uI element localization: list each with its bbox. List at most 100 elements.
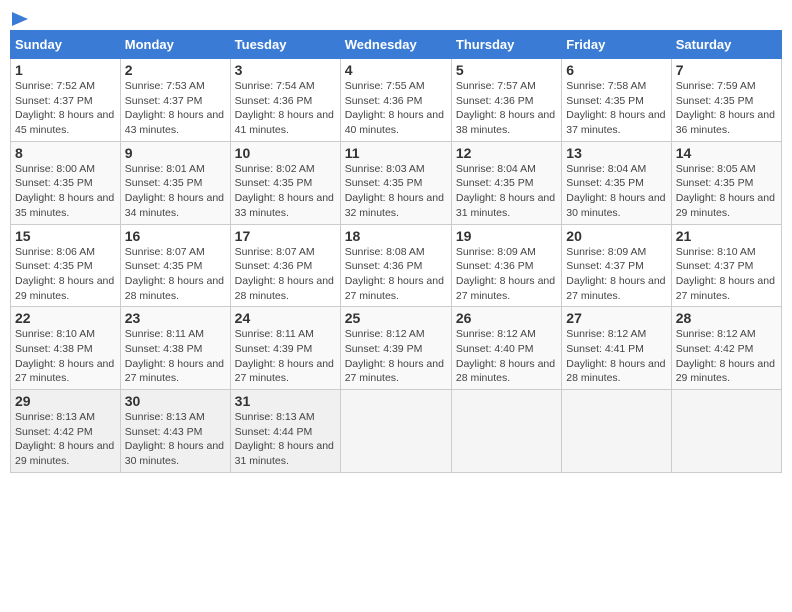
day-number: 12 [456,145,557,161]
day-number: 10 [235,145,336,161]
day-number: 15 [15,228,116,244]
day-number: 26 [456,310,557,326]
calendar-cell: 17 Sunrise: 8:07 AMSunset: 4:36 PMDaylig… [230,224,340,307]
calendar-cell: 6 Sunrise: 7:58 AMSunset: 4:35 PMDayligh… [562,59,671,142]
day-detail: Sunrise: 7:52 AMSunset: 4:37 PMDaylight:… [15,80,114,136]
day-detail: Sunrise: 8:12 AMSunset: 4:40 PMDaylight:… [456,328,555,384]
day-detail: Sunrise: 8:11 AMSunset: 4:38 PMDaylight:… [125,328,224,384]
day-detail: Sunrise: 7:53 AMSunset: 4:37 PMDaylight:… [125,80,224,136]
day-number: 14 [676,145,777,161]
day-detail: Sunrise: 8:09 AMSunset: 4:36 PMDaylight:… [456,246,555,302]
day-header-saturday: Saturday [671,31,781,59]
day-number: 1 [15,62,116,78]
calendar-cell: 30 Sunrise: 8:13 AMSunset: 4:43 PMDaylig… [120,390,230,473]
calendar-cell: 3 Sunrise: 7:54 AMSunset: 4:36 PMDayligh… [230,59,340,142]
week-row-2: 8 Sunrise: 8:00 AMSunset: 4:35 PMDayligh… [11,141,782,224]
day-number: 4 [345,62,447,78]
day-header-sunday: Sunday [11,31,121,59]
calendar-cell: 22 Sunrise: 8:10 AMSunset: 4:38 PMDaylig… [11,307,121,390]
day-detail: Sunrise: 7:59 AMSunset: 4:35 PMDaylight:… [676,80,775,136]
day-number: 6 [566,62,666,78]
day-detail: Sunrise: 8:13 AMSunset: 4:42 PMDaylight:… [15,411,114,467]
calendar-cell: 31 Sunrise: 8:13 AMSunset: 4:44 PMDaylig… [230,390,340,473]
day-detail: Sunrise: 8:00 AMSunset: 4:35 PMDaylight:… [15,163,114,219]
day-number: 3 [235,62,336,78]
day-number: 7 [676,62,777,78]
day-detail: Sunrise: 8:08 AMSunset: 4:36 PMDaylight:… [345,246,444,302]
day-number: 28 [676,310,777,326]
day-detail: Sunrise: 8:05 AMSunset: 4:35 PMDaylight:… [676,163,775,219]
day-detail: Sunrise: 8:13 AMSunset: 4:44 PMDaylight:… [235,411,334,467]
day-number: 21 [676,228,777,244]
day-detail: Sunrise: 8:06 AMSunset: 4:35 PMDaylight:… [15,246,114,302]
day-header-friday: Friday [562,31,671,59]
day-detail: Sunrise: 8:04 AMSunset: 4:35 PMDaylight:… [566,163,665,219]
week-row-1: 1 Sunrise: 7:52 AMSunset: 4:37 PMDayligh… [11,59,782,142]
calendar-cell: 4 Sunrise: 7:55 AMSunset: 4:36 PMDayligh… [340,59,451,142]
day-detail: Sunrise: 8:11 AMSunset: 4:39 PMDaylight:… [235,328,334,384]
logo [10,14,28,26]
day-detail: Sunrise: 7:57 AMSunset: 4:36 PMDaylight:… [456,80,555,136]
day-detail: Sunrise: 8:01 AMSunset: 4:35 PMDaylight:… [125,163,224,219]
calendar-cell: 19 Sunrise: 8:09 AMSunset: 4:36 PMDaylig… [451,224,561,307]
calendar-cell: 26 Sunrise: 8:12 AMSunset: 4:40 PMDaylig… [451,307,561,390]
calendar-cell: 9 Sunrise: 8:01 AMSunset: 4:35 PMDayligh… [120,141,230,224]
calendar-cell: 20 Sunrise: 8:09 AMSunset: 4:37 PMDaylig… [562,224,671,307]
day-number: 5 [456,62,557,78]
calendar-header: SundayMondayTuesdayWednesdayThursdayFrid… [11,31,782,59]
day-number: 20 [566,228,666,244]
calendar-cell: 12 Sunrise: 8:04 AMSunset: 4:35 PMDaylig… [451,141,561,224]
calendar-table: SundayMondayTuesdayWednesdayThursdayFrid… [10,30,782,473]
day-number: 11 [345,145,447,161]
calendar-cell: 16 Sunrise: 8:07 AMSunset: 4:35 PMDaylig… [120,224,230,307]
day-detail: Sunrise: 8:02 AMSunset: 4:35 PMDaylight:… [235,163,334,219]
day-number: 18 [345,228,447,244]
calendar-cell: 25 Sunrise: 8:12 AMSunset: 4:39 PMDaylig… [340,307,451,390]
day-number: 23 [125,310,226,326]
day-detail: Sunrise: 8:12 AMSunset: 4:41 PMDaylight:… [566,328,665,384]
calendar-cell: 8 Sunrise: 8:00 AMSunset: 4:35 PMDayligh… [11,141,121,224]
day-number: 17 [235,228,336,244]
logo-triangle-icon [12,12,28,26]
day-number: 25 [345,310,447,326]
day-number: 30 [125,393,226,409]
calendar-cell: 15 Sunrise: 8:06 AMSunset: 4:35 PMDaylig… [11,224,121,307]
day-number: 2 [125,62,226,78]
calendar-cell: 29 Sunrise: 8:13 AMSunset: 4:42 PMDaylig… [11,390,121,473]
calendar-cell [671,390,781,473]
calendar-cell [562,390,671,473]
day-detail: Sunrise: 8:03 AMSunset: 4:35 PMDaylight:… [345,163,444,219]
calendar-cell: 7 Sunrise: 7:59 AMSunset: 4:35 PMDayligh… [671,59,781,142]
day-detail: Sunrise: 8:09 AMSunset: 4:37 PMDaylight:… [566,246,665,302]
day-header-wednesday: Wednesday [340,31,451,59]
day-detail: Sunrise: 8:10 AMSunset: 4:38 PMDaylight:… [15,328,114,384]
calendar-cell: 24 Sunrise: 8:11 AMSunset: 4:39 PMDaylig… [230,307,340,390]
calendar-cell: 10 Sunrise: 8:02 AMSunset: 4:35 PMDaylig… [230,141,340,224]
day-number: 13 [566,145,666,161]
day-detail: Sunrise: 7:54 AMSunset: 4:36 PMDaylight:… [235,80,334,136]
day-number: 29 [15,393,116,409]
week-row-5: 29 Sunrise: 8:13 AMSunset: 4:42 PMDaylig… [11,390,782,473]
calendar-cell: 21 Sunrise: 8:10 AMSunset: 4:37 PMDaylig… [671,224,781,307]
day-detail: Sunrise: 8:12 AMSunset: 4:39 PMDaylight:… [345,328,444,384]
day-detail: Sunrise: 8:10 AMSunset: 4:37 PMDaylight:… [676,246,775,302]
calendar-cell: 2 Sunrise: 7:53 AMSunset: 4:37 PMDayligh… [120,59,230,142]
day-detail: Sunrise: 7:58 AMSunset: 4:35 PMDaylight:… [566,80,665,136]
calendar-cell: 18 Sunrise: 8:08 AMSunset: 4:36 PMDaylig… [340,224,451,307]
day-header-monday: Monday [120,31,230,59]
calendar-cell: 13 Sunrise: 8:04 AMSunset: 4:35 PMDaylig… [562,141,671,224]
day-detail: Sunrise: 8:07 AMSunset: 4:35 PMDaylight:… [125,246,224,302]
day-detail: Sunrise: 8:04 AMSunset: 4:35 PMDaylight:… [456,163,555,219]
calendar-cell [451,390,561,473]
day-header-thursday: Thursday [451,31,561,59]
day-number: 9 [125,145,226,161]
calendar-cell: 23 Sunrise: 8:11 AMSunset: 4:38 PMDaylig… [120,307,230,390]
header [10,10,782,26]
day-number: 31 [235,393,336,409]
week-row-4: 22 Sunrise: 8:10 AMSunset: 4:38 PMDaylig… [11,307,782,390]
day-header-tuesday: Tuesday [230,31,340,59]
week-row-3: 15 Sunrise: 8:06 AMSunset: 4:35 PMDaylig… [11,224,782,307]
calendar-cell: 14 Sunrise: 8:05 AMSunset: 4:35 PMDaylig… [671,141,781,224]
day-detail: Sunrise: 7:55 AMSunset: 4:36 PMDaylight:… [345,80,444,136]
day-number: 22 [15,310,116,326]
